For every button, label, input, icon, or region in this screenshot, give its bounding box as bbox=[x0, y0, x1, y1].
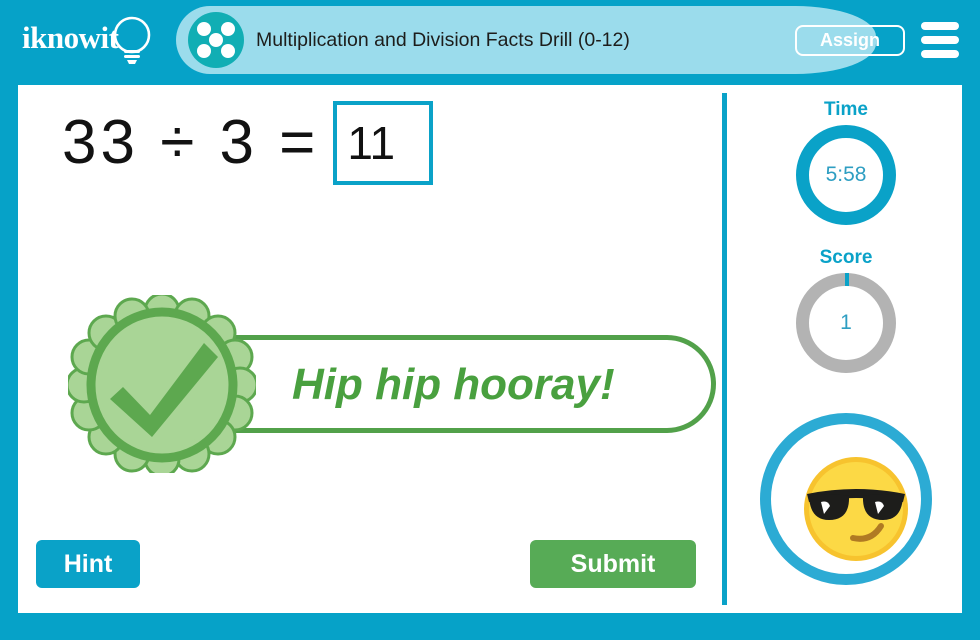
dice-five-dots-icon bbox=[188, 12, 244, 68]
submit-button[interactable]: Submit bbox=[530, 540, 696, 588]
score-progress-tick bbox=[845, 273, 849, 286]
feedback-message: Hip hip hooray! bbox=[292, 360, 615, 409]
time-ring: 5:58 bbox=[796, 125, 896, 225]
app-window: iknowit Multiplication and Division Fact… bbox=[0, 0, 980, 640]
activity-stage: 33 ÷ 3 = 11 Hip hip hooray! Hint Submit … bbox=[18, 85, 962, 613]
feedback-area: Hip hip hooray! bbox=[56, 295, 722, 473]
hint-button[interactable]: Hint bbox=[36, 540, 140, 588]
brand-logo-text: iknowit bbox=[22, 20, 119, 55]
problem-expression: 33 ÷ 3 = bbox=[62, 108, 320, 177]
score-label: Score bbox=[819, 247, 873, 268]
assign-button[interactable]: Assign bbox=[795, 25, 905, 56]
lesson-title-pill: Multiplication and Division Facts Drill … bbox=[176, 6, 876, 74]
app-header: iknowit Multiplication and Division Fact… bbox=[0, 0, 980, 80]
problem-row: 33 ÷ 3 = 11 bbox=[62, 93, 434, 193]
time-label: Time bbox=[823, 99, 868, 120]
lesson-title: Multiplication and Division Facts Drill … bbox=[256, 29, 630, 51]
time-value: 5:58 bbox=[825, 163, 867, 186]
answer-input[interactable]: 11 bbox=[333, 101, 434, 185]
score-ring: 1 bbox=[796, 273, 896, 373]
brand-logo[interactable]: iknowit bbox=[22, 12, 162, 68]
hamburger-menu-icon[interactable] bbox=[921, 22, 959, 58]
score-value: 1 bbox=[840, 311, 852, 334]
avatar[interactable] bbox=[760, 413, 932, 585]
status-sidebar: Time 5:58 Score 1 bbox=[730, 85, 962, 613]
answer-value: 11 bbox=[347, 117, 396, 169]
check-rosette-icon bbox=[68, 295, 256, 473]
sunglasses-smirk-emoji-avatar bbox=[804, 457, 908, 561]
